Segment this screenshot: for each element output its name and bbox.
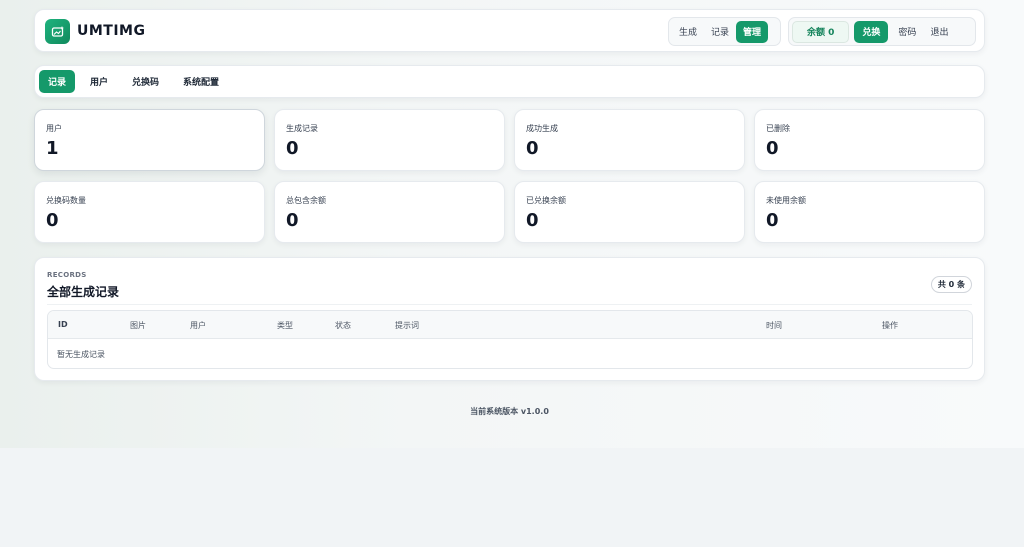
- stat-label: 生成记录: [286, 124, 318, 133]
- stat-value: 0: [286, 138, 299, 159]
- stat-card-success: 成功生成 0: [514, 109, 745, 171]
- stat-label: 已删除: [766, 124, 790, 133]
- column-header-type: 类型: [277, 321, 293, 330]
- balance-badge: 余额 0: [792, 20, 850, 43]
- column-header-time: 时间: [766, 321, 782, 330]
- stat-card-deleted: 已删除 0: [754, 109, 985, 171]
- stat-value: 0: [526, 210, 539, 231]
- column-header-id: ID: [58, 320, 68, 329]
- divider: [47, 304, 972, 305]
- version-text: 当前系统版本 v1.0.0: [470, 407, 549, 416]
- password-button[interactable]: 密码: [891, 21, 923, 43]
- column-header-actions: 操作: [882, 321, 898, 330]
- stat-label: 成功生成: [526, 124, 558, 133]
- stat-label: 兑换码数量: [46, 196, 86, 205]
- tab-records[interactable]: 记录: [39, 70, 76, 93]
- records-count-badge: 共 0 条: [930, 276, 972, 293]
- table-header: ID 图片 用户 类型 状态 提示词 时间 操作: [48, 311, 972, 339]
- records-title: 全部生成记录: [47, 285, 120, 299]
- column-header-prompt: 提示词: [395, 321, 419, 330]
- stat-card-total-balance: 总包含余额 0: [274, 181, 505, 243]
- records-table: ID 图片 用户 类型 状态 提示词 时间 操作 暂无生成记录: [47, 310, 973, 369]
- top-header: UMTIMG 生成 记录 管理 余额 0 兑换 密码 退出: [34, 9, 985, 52]
- admin-tabs: 记录 用户 兑换码 系统配置: [34, 65, 985, 98]
- column-header-user: 用户: [190, 321, 206, 330]
- stat-label: 用户: [46, 124, 62, 133]
- stat-card-generations: 生成记录 0: [274, 109, 505, 171]
- account-nav: 余额 0 兑换 密码 退出: [788, 17, 976, 46]
- records-eyebrow: RECORDS: [47, 271, 87, 279]
- stat-value: 0: [526, 138, 539, 159]
- brand-name: UMTIMG: [77, 23, 146, 39]
- stat-card-users: 用户 1: [34, 109, 265, 171]
- stat-label: 未使用余额: [766, 196, 806, 205]
- stat-value: 0: [286, 210, 299, 231]
- tab-users[interactable]: 用户: [81, 70, 117, 93]
- stat-card-code-count: 兑换码数量 0: [34, 181, 265, 243]
- stat-value: 1: [46, 138, 59, 159]
- records-panel: RECORDS 全部生成记录 共 0 条 ID 图片 用户 类型 状态 提示词 …: [34, 257, 985, 381]
- column-header-status: 状态: [335, 321, 351, 330]
- column-header-image: 图片: [130, 321, 146, 330]
- stat-value: 0: [46, 210, 59, 231]
- stat-label: 总包含余额: [286, 196, 326, 205]
- tab-redeem-codes[interactable]: 兑换码: [123, 70, 168, 93]
- stat-label: 已兑换余额: [526, 196, 566, 205]
- logo-icon: [45, 19, 70, 44]
- main-nav: 生成 记录 管理: [668, 17, 781, 46]
- nav-generate[interactable]: 生成: [672, 21, 704, 43]
- stat-value: 0: [766, 210, 779, 231]
- logout-button[interactable]: 退出: [923, 21, 955, 43]
- nav-admin[interactable]: 管理: [736, 20, 769, 43]
- stat-card-unused-balance: 未使用余额 0: [754, 181, 985, 243]
- stat-card-redeemed-balance: 已兑换余额 0: [514, 181, 745, 243]
- stat-value: 0: [766, 138, 779, 159]
- nav-records[interactable]: 记录: [704, 21, 736, 43]
- redeem-button[interactable]: 兑换: [854, 20, 889, 43]
- empty-state: 暂无生成记录: [57, 350, 105, 359]
- tab-system-settings[interactable]: 系统配置: [174, 70, 228, 93]
